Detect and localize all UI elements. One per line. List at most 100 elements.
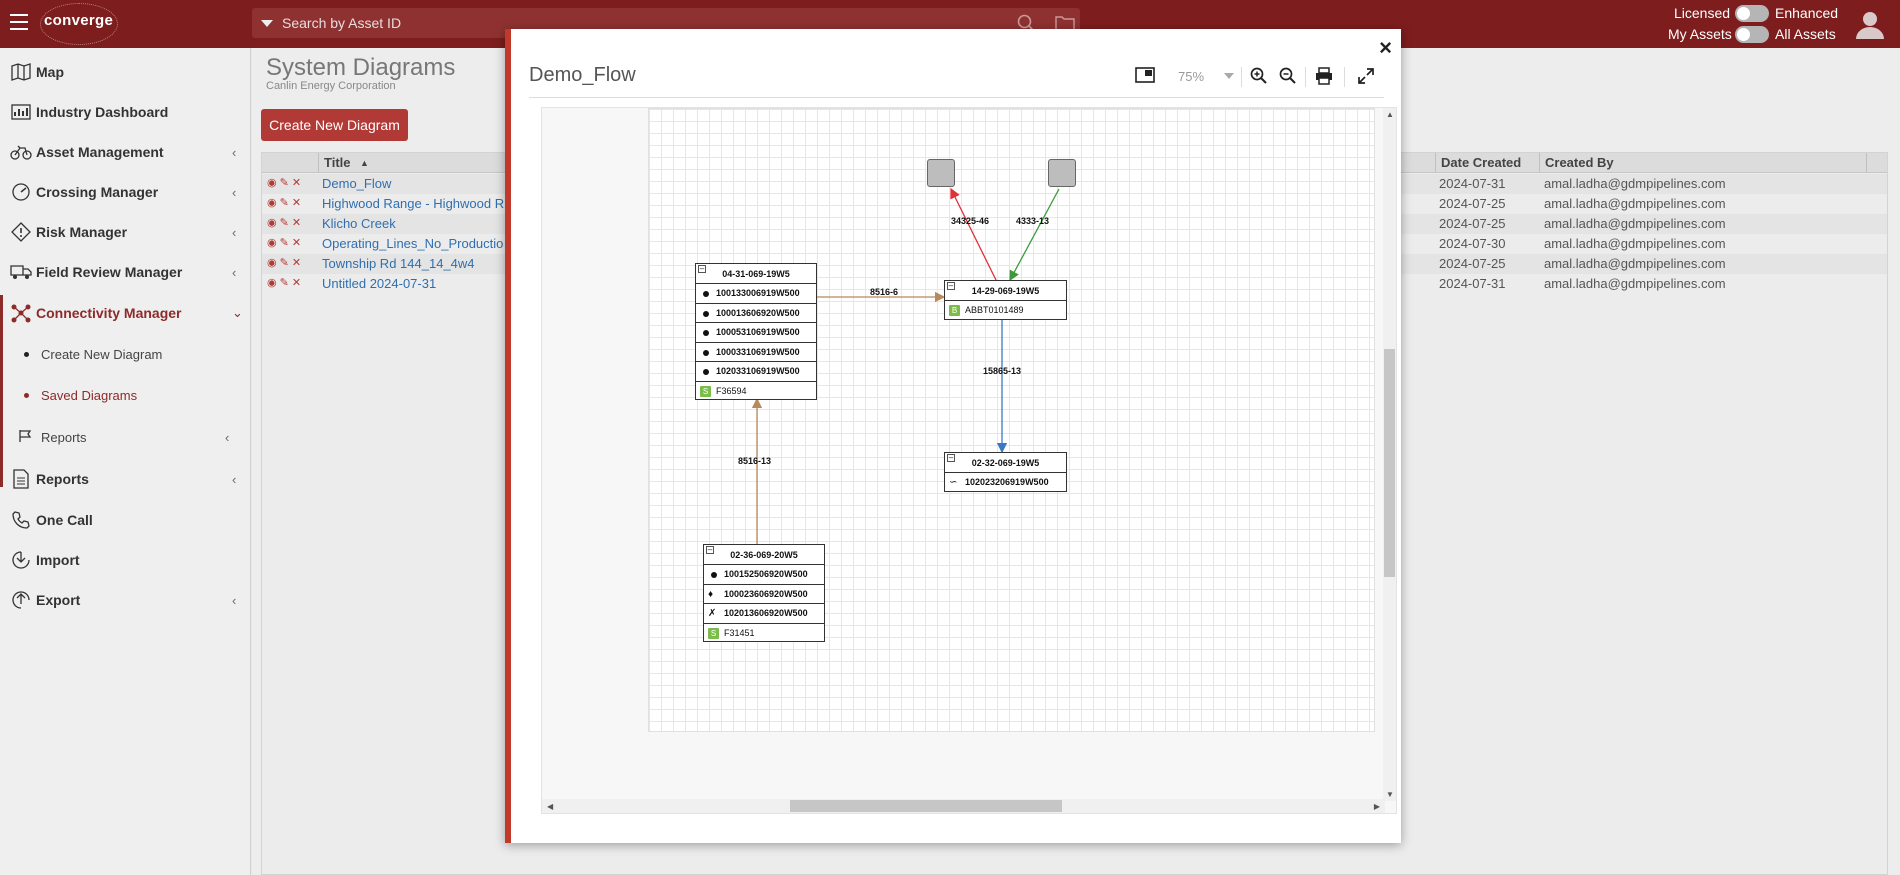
view-icon[interactable]: ◉	[267, 237, 277, 249]
diagram-viewport[interactable]: 8516-6 8516-13 15865-13 34325-46 4333-13…	[541, 107, 1397, 814]
sidebar-subitem-reports[interactable]: Reports ‹	[0, 422, 251, 452]
edge-label-right-to-b: 4333-13	[1016, 216, 1050, 226]
horizontal-scroll-thumb[interactable]	[790, 800, 1062, 812]
edit-icon[interactable]: ✎	[280, 217, 289, 229]
sidebar-item-industry-dashboard[interactable]: Industry Dashboard	[0, 95, 251, 129]
collapse-icon[interactable]: –	[947, 282, 955, 290]
row-title-link[interactable]: Demo_Flow	[322, 176, 391, 191]
sidebar-item-map[interactable]: Map	[0, 55, 251, 89]
scroll-down-icon[interactable]: ▼	[1386, 790, 1394, 799]
sidebar-item-label: Export	[36, 592, 81, 608]
edit-icon[interactable]: ✎	[280, 197, 289, 209]
sidebar-subitem-label: Reports	[41, 429, 87, 445]
edge-label-b-to-c: 15865-13	[983, 366, 1022, 376]
row-date: 2024-07-31	[1439, 276, 1506, 291]
row-created-by: amal.ladha@gdmpipelines.com	[1544, 236, 1726, 251]
create-new-diagram-button[interactable]: Create New Diagram	[261, 109, 408, 141]
row-title-link[interactable]: Operating_Lines_No_Productio	[322, 236, 503, 251]
edit-icon[interactable]: ✎	[280, 277, 289, 289]
row-title-link[interactable]: Highwood Range - Highwood R	[322, 196, 504, 211]
row-title-link[interactable]: Untitled 2024-07-31	[322, 276, 436, 291]
edge-right-to-b[interactable]	[1009, 188, 1060, 282]
delete-icon[interactable]: ✕	[292, 217, 301, 229]
vertical-scroll-thumb[interactable]	[1384, 349, 1395, 577]
search-dropdown-caret-icon[interactable]	[261, 20, 273, 27]
delete-icon[interactable]: ✕	[292, 257, 301, 269]
dashboard-icon	[10, 101, 32, 123]
diagram-node-02-32[interactable]: – 02-32-069-19W5 ∽ 102023206919W500	[944, 452, 1067, 492]
sidebar-subitem-saved-diagrams[interactable]: Saved Diagrams	[0, 380, 251, 410]
column-header-title[interactable]: Title	[324, 155, 351, 170]
zoom-in-icon[interactable]	[1250, 67, 1268, 85]
diagram-node-04-31[interactable]: – 04-31-069-19W5 100133006919W500 1000136…	[695, 263, 817, 400]
collapse-icon[interactable]: –	[706, 546, 714, 554]
bullet-icon	[24, 392, 29, 398]
licensed-enhanced-toggle[interactable]	[1735, 5, 1769, 22]
sidebar-item-export[interactable]: Export ‹	[0, 583, 251, 617]
delete-icon[interactable]: ✕	[292, 277, 301, 289]
row-actions: ◉ ✎ ✕	[267, 217, 301, 229]
view-icon[interactable]: ◉	[267, 277, 277, 289]
sidebar-item-reports[interactable]: Reports ‹	[0, 462, 251, 496]
horizontal-scrollbar[interactable]: ◀ ▶	[542, 799, 1385, 813]
row-title-link[interactable]: Township Rd 144_14_4w4	[322, 256, 475, 271]
sidebar-item-connectivity-manager[interactable]: Connectivity Manager ⌄	[0, 296, 251, 330]
scroll-right-icon[interactable]: ▶	[1374, 802, 1380, 811]
diagram-node-14-29[interactable]: – 14-29-069-19W5 B ABBT0101489	[944, 280, 1067, 320]
view-icon[interactable]: ◉	[267, 257, 277, 269]
well-icon	[703, 330, 709, 336]
sort-ascending-icon: ▲	[360, 158, 369, 168]
row-actions: ◉ ✎ ✕	[267, 197, 301, 209]
sidebar-item-one-call[interactable]: One Call	[0, 503, 251, 537]
column-header-created-by[interactable]: Created By	[1545, 155, 1614, 170]
sidebar-item-risk-manager[interactable]: Risk Manager ‹	[0, 215, 251, 249]
sidebar-item-field-review-manager[interactable]: Field Review Manager ‹	[0, 255, 251, 289]
print-icon[interactable]	[1315, 67, 1333, 85]
sidebar-item-crossing-manager[interactable]: Crossing Manager ‹	[0, 175, 251, 209]
column-header-date-created[interactable]: Date Created	[1441, 155, 1521, 170]
close-modal-button[interactable]: ×	[1379, 37, 1392, 59]
sidebar-item-import[interactable]: Import	[0, 543, 251, 577]
zoom-level-select[interactable]: 75%	[1168, 67, 1234, 87]
diagram-node-02-36[interactable]: – 02-36-069-20W5 100152506920W500 ♦ 100023…	[703, 544, 825, 642]
scroll-up-icon[interactable]: ▲	[1386, 110, 1394, 119]
view-icon[interactable]: ◉	[267, 197, 277, 209]
edge-b-to-left[interactable]	[950, 187, 997, 281]
hamburger-menu-icon[interactable]	[10, 14, 28, 30]
edit-icon[interactable]: ✎	[280, 257, 289, 269]
placeholder-node-right[interactable]	[1048, 159, 1076, 187]
injection-well-icon: ♦	[708, 588, 714, 600]
delete-icon[interactable]: ✕	[292, 197, 301, 209]
fullscreen-icon[interactable]	[1357, 67, 1375, 85]
network-icon	[10, 302, 32, 324]
placeholder-node-left[interactable]	[927, 159, 955, 187]
all-assets-label: All Assets	[1775, 26, 1836, 42]
abandoned-well-icon: ✗	[708, 608, 717, 619]
diagram-modal: × Demo_Flow 75% 8516-6 8516-13 15865-13 …	[505, 29, 1401, 843]
edit-icon[interactable]: ✎	[280, 177, 289, 189]
diagram-canvas[interactable]: 8516-6 8516-13 15865-13 34325-46 4333-13…	[648, 108, 1375, 732]
row-title-link[interactable]: Klicho Creek	[322, 216, 396, 231]
view-icon[interactable]: ◉	[267, 177, 277, 189]
row-date: 2024-07-25	[1439, 256, 1506, 271]
sidebar-item-label: Risk Manager	[36, 224, 128, 240]
view-icon[interactable]: ◉	[267, 217, 277, 229]
node-header: 02-36-069-20W5	[730, 550, 798, 560]
outline-view-icon[interactable]	[1135, 66, 1155, 84]
warning-diamond-icon	[10, 221, 32, 243]
assets-scope-toggle[interactable]	[1735, 26, 1769, 43]
zoom-out-icon[interactable]	[1279, 67, 1297, 85]
vertical-scrollbar[interactable]: ▲ ▼	[1383, 108, 1396, 801]
scroll-left-icon[interactable]: ◀	[547, 802, 553, 811]
user-avatar-icon[interactable]	[1854, 8, 1886, 40]
delete-icon[interactable]: ✕	[292, 177, 301, 189]
edit-icon[interactable]: ✎	[280, 237, 289, 249]
collapse-icon[interactable]: –	[947, 454, 955, 462]
collapse-icon[interactable]: –	[698, 265, 706, 273]
sidebar-subitem-create-new-diagram[interactable]: Create New Diagram	[0, 339, 251, 369]
sidebar-item-label: Field Review Manager	[36, 264, 183, 280]
app-logo[interactable]: converge	[44, 12, 113, 29]
delete-icon[interactable]: ✕	[292, 237, 301, 249]
modal-divider	[529, 97, 1384, 98]
sidebar-item-asset-management[interactable]: Asset Management ‹	[0, 135, 251, 169]
